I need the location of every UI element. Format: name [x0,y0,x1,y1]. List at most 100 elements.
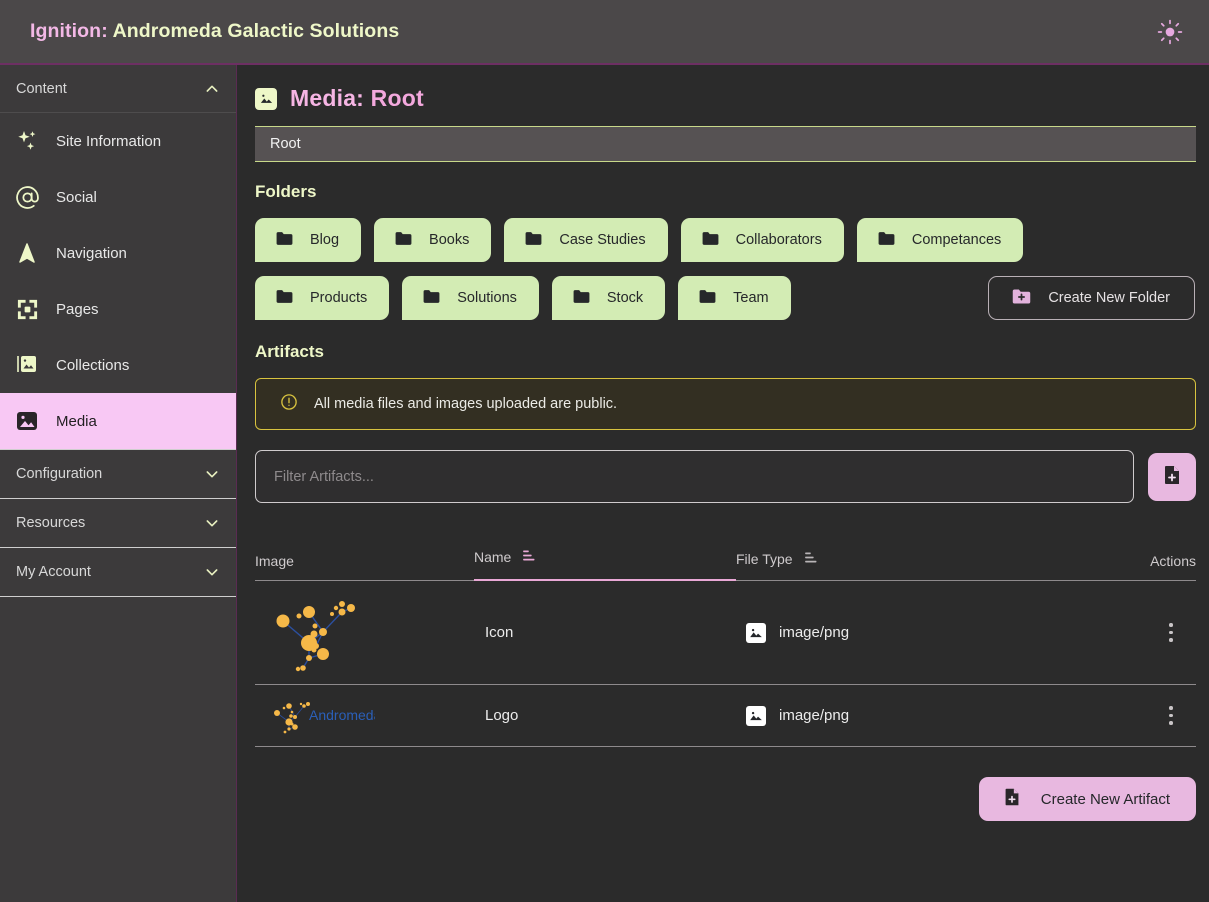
chevron-up-icon [204,81,220,97]
column-label-image: Image [255,553,294,569]
artifact-file-type-cell: image/png [736,622,1096,643]
folder-icon [877,229,896,252]
folder-chip-collaborators[interactable]: Collaborators [680,218,844,262]
folder-icon [394,229,413,252]
folder-chip-team[interactable]: Team [678,276,791,320]
sidebar-item-label: Site Information [56,132,162,150]
folder-label: Team [733,290,769,306]
footer-actions: Create New Artifact [255,777,1196,821]
folder-label: Books [429,232,470,248]
column-label-file-type: File Type [736,551,793,567]
exclamation-circle-icon [280,393,298,415]
artifacts-heading: Artifacts [255,342,324,361]
sidebar-divider [0,498,236,499]
sidebar-item-label: Social [56,188,97,206]
folder-label: Blog [310,232,340,248]
brand-name: Andromeda Galactic Solutions [112,20,400,42]
sidebar-item-label: Media [56,412,97,430]
sidebar-item-label: Navigation [56,244,127,262]
artifact-file-type-cell: image/png [736,705,1096,726]
file-plus-icon [1001,786,1023,812]
sidebar-item-social[interactable]: Social [0,169,236,225]
folder-label: Competances [911,232,1002,248]
kebab-menu-icon[interactable] [1158,618,1184,648]
folder-chip-blog[interactable]: Blog [255,218,362,262]
sidebar-section-label: My Account [16,564,91,580]
column-header-file-type[interactable]: File Type [736,549,1096,581]
sidebar-item-collections[interactable]: Collections [0,337,236,393]
chevron-down-icon [204,466,220,482]
folder-icon [572,287,591,310]
constellation-icon-thumb [263,588,375,678]
chevron-down-icon [204,564,220,580]
folder-icon [275,229,294,252]
artifact-file-type-label: image/png [779,624,850,641]
artifact-thumbnail-cell [255,588,474,678]
sun-icon[interactable] [1153,15,1187,49]
sidebar-section-label: Resources [16,515,86,531]
main-content: Media: Root Root Folders Blog Books Case… [237,65,1209,902]
folder-chip-solutions[interactable]: Solutions [402,276,539,320]
table-row[interactable]: Icon image/png [255,581,1196,685]
svg-text:Andromeda: Andromeda [309,707,375,723]
sidebar-item-media[interactable]: Media [0,393,236,449]
artifacts-table: Image Name File Type Actions Icon image/… [255,525,1196,747]
brand-prefix: Ignition: [30,20,108,42]
collections-image-icon [14,352,40,378]
app-brand: Ignition: Andromeda Galactic Solutions [30,20,399,43]
upload-artifact-button[interactable] [1148,452,1196,501]
sidebar-section-label: Configuration [16,466,103,482]
sidebar-item-site-information[interactable]: Site Information [0,113,236,169]
folder-icon [422,287,441,310]
folders-section: Folders Blog Books Case Studies Collabor… [255,182,1195,320]
page-title-folder: Root [370,85,424,111]
folder-icon [698,287,717,310]
sidebar-divider [0,547,236,548]
create-new-artifact-label: Create New Artifact [1040,790,1170,808]
sparkles-icon [14,128,40,154]
folder-chip-competances[interactable]: Competances [856,218,1024,262]
folder-label: Solutions [457,290,517,306]
artifact-actions-cell [1096,618,1196,648]
artifact-name-cell: Logo [485,707,519,724]
column-header-name[interactable]: Name [474,547,736,581]
chevron-down-icon [204,515,220,531]
artifact-name-cell: Icon [485,624,514,641]
create-new-artifact-button[interactable]: Create New Artifact [978,777,1196,821]
sidebar-empty-space [0,597,236,902]
page-title-prefix: Media: [290,85,365,111]
folder-label: Stock [606,290,644,306]
sidebar: Content Site Information Social Navigati… [0,65,237,902]
breadcrumb[interactable]: Root [255,126,1196,162]
sort-bars-icon[interactable] [521,547,538,567]
folder-chip-case-studies[interactable]: Case Studies [504,218,668,262]
column-label-actions: Actions [1150,553,1196,569]
table-row[interactable]: Andromeda Logo image/png [255,685,1196,747]
pages-grid-icon [14,296,40,322]
folder-chip-products[interactable]: Products [255,276,390,320]
navigation-arrow-icon [14,240,40,266]
public-media-alert: All media files and images uploaded are … [255,378,1196,430]
column-header-actions: Actions [1096,553,1196,581]
create-new-folder-label: Create New Folder [1048,290,1170,306]
kebab-menu-icon[interactable] [1158,701,1184,731]
breadcrumb-item-root[interactable]: Root [270,136,301,152]
sidebar-section-configuration[interactable]: Configuration [0,450,236,498]
artifact-file-type-label: image/png [779,707,850,724]
sidebar-content-items: Site Information Social Navigation Pages… [0,113,236,449]
sidebar-section-content[interactable]: Content [0,65,236,113]
folder-chip-books[interactable]: Books [374,218,492,262]
filter-artifacts-input[interactable] [255,450,1134,503]
folder-label: Products [310,290,368,306]
sidebar-section-resources[interactable]: Resources [0,499,236,547]
sidebar-item-navigation[interactable]: Navigation [0,225,236,281]
folder-icon [275,287,294,310]
sidebar-section-my-account[interactable]: My Account [0,548,236,596]
sort-bars-icon[interactable] [803,549,820,569]
create-new-folder-button[interactable]: Create New Folder [988,276,1195,320]
column-label-name: Name [474,549,512,565]
sidebar-item-pages[interactable]: Pages [0,281,236,337]
folder-label: Collaborators [735,232,822,248]
folder-chip-stock[interactable]: Stock [551,276,666,320]
folder-row: Products Solutions Stock Team Create New… [255,276,1195,320]
